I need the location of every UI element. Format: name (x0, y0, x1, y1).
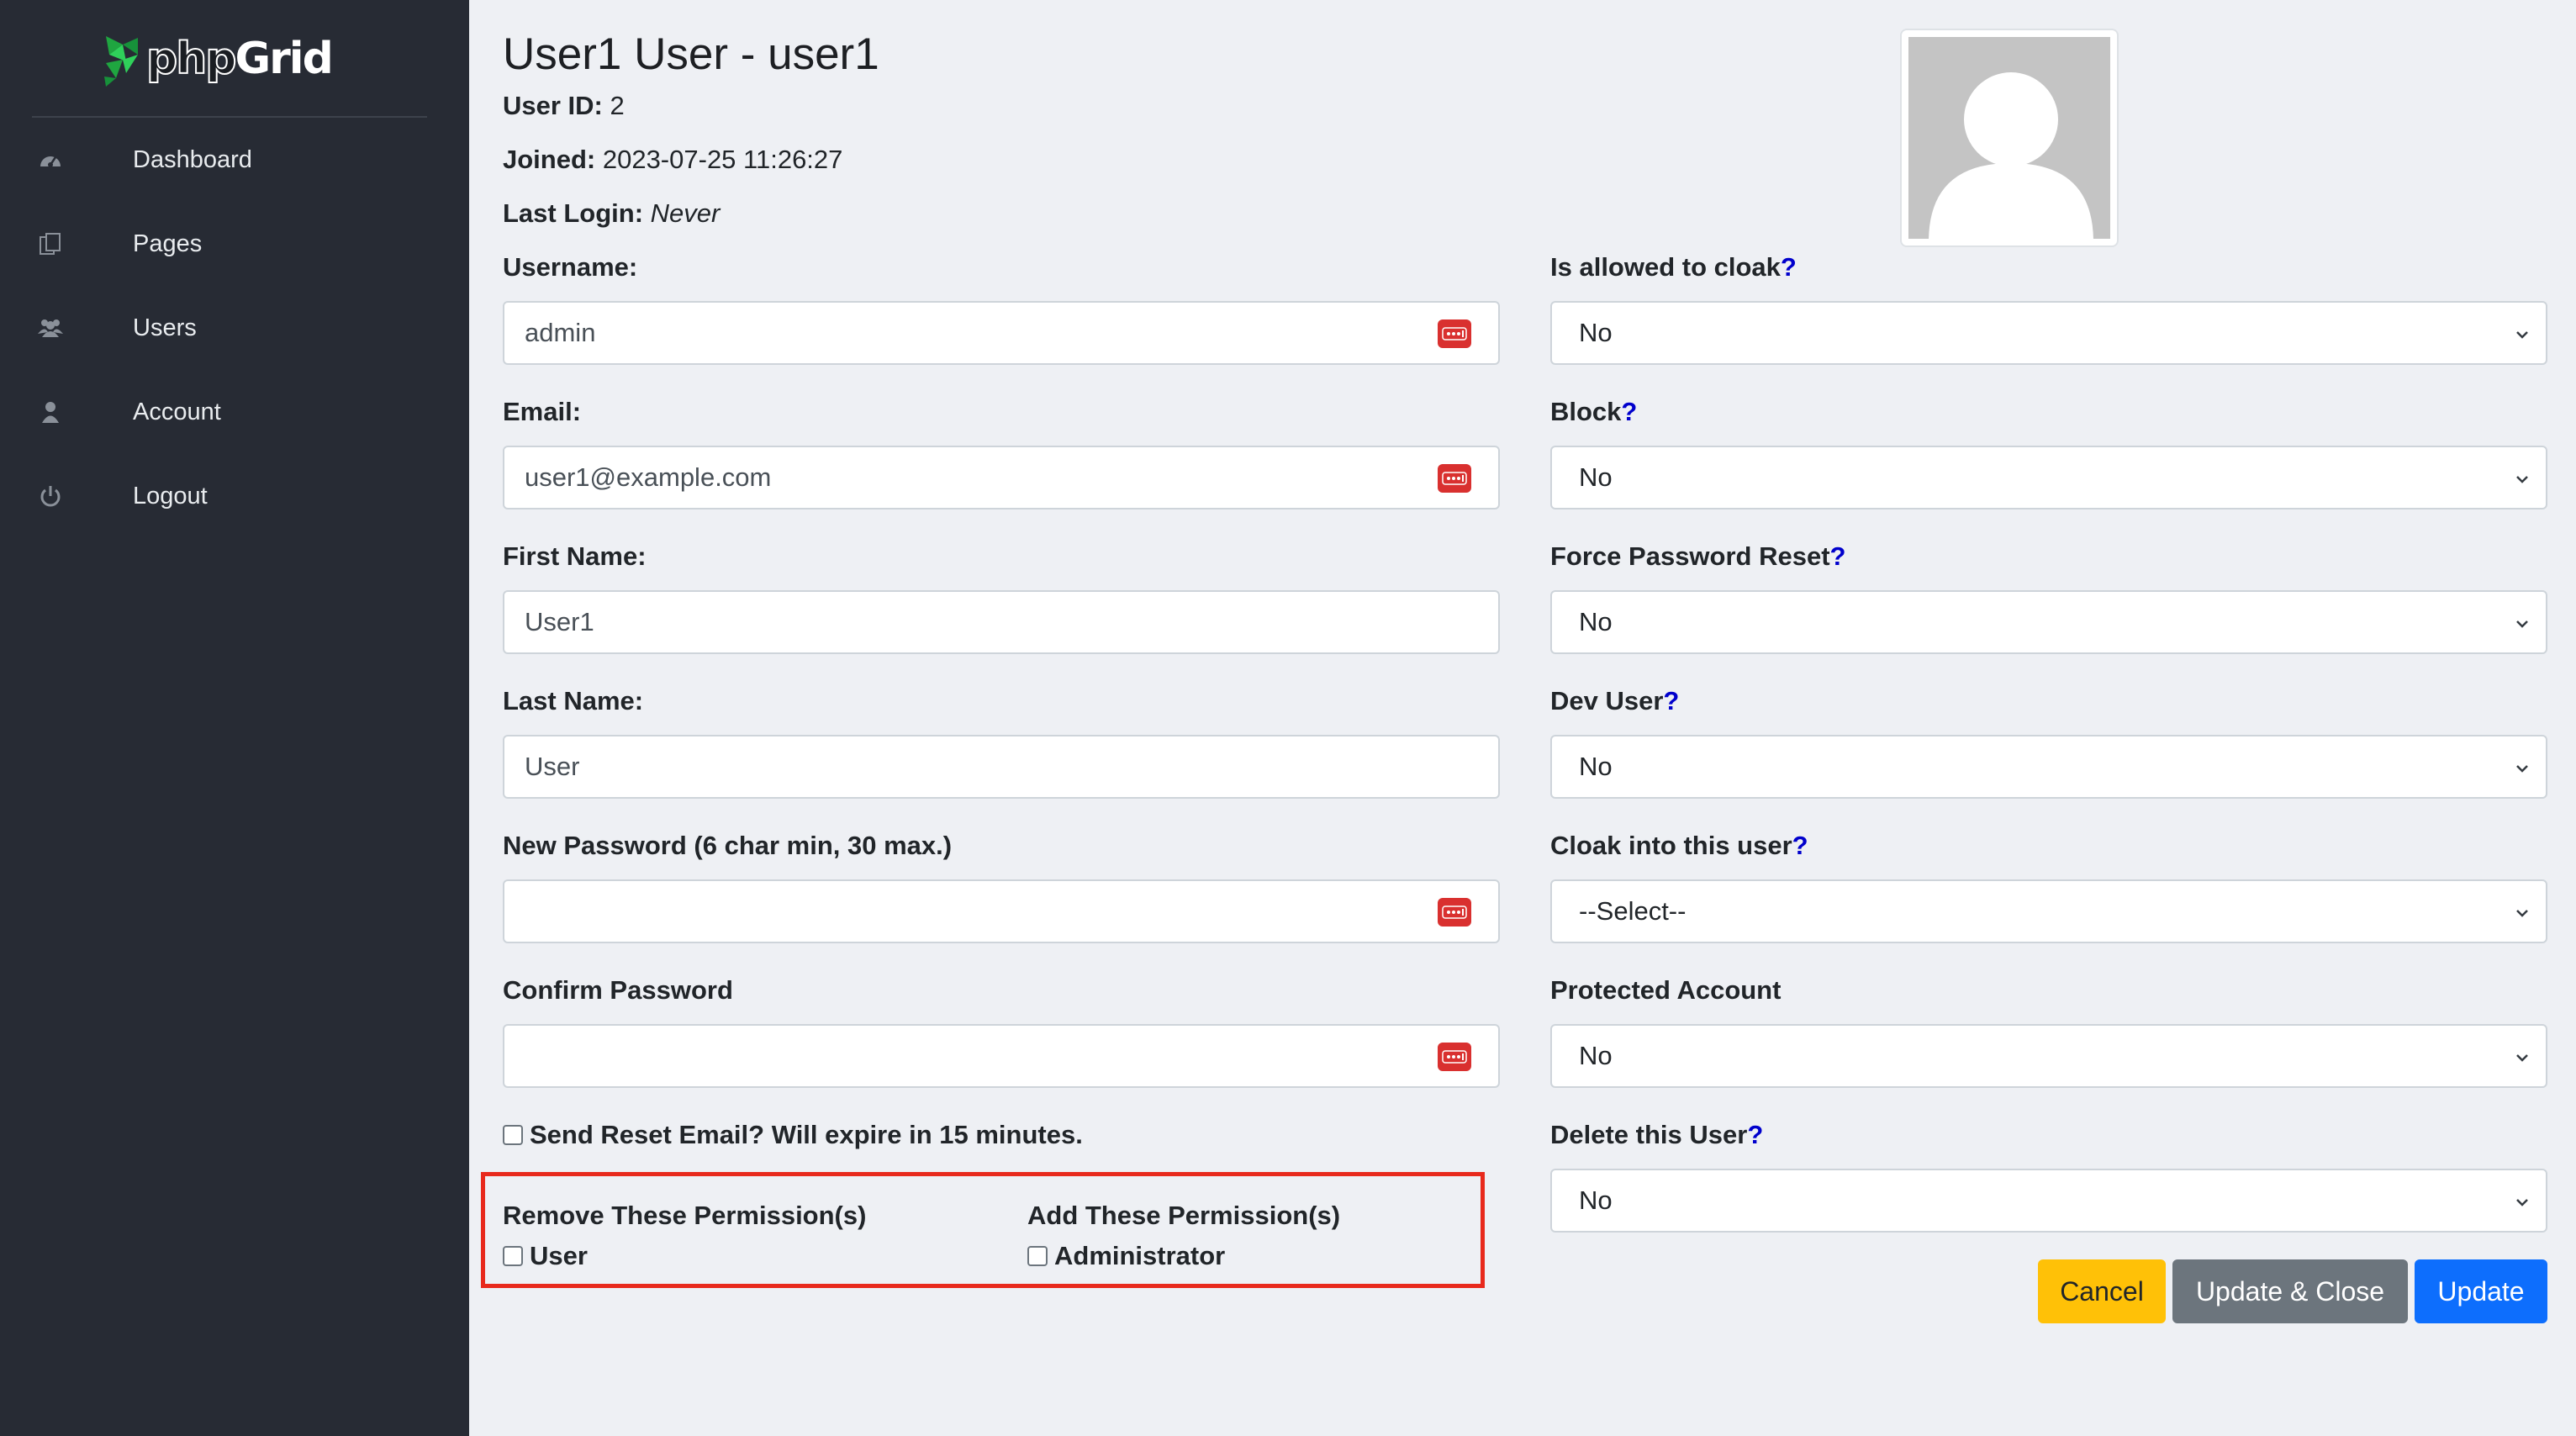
confirm-password-label: Confirm Password (503, 975, 733, 1005)
add-permission-admin-row[interactable]: Administrator (1027, 1241, 1225, 1271)
last-name-input[interactable]: User (503, 735, 1500, 799)
protected-label: Protected Account (1550, 975, 1782, 1005)
cloak-into-select[interactable]: --Select-- (1550, 879, 2547, 943)
block-select[interactable]: No (1550, 446, 2547, 509)
dev-user-help-link[interactable]: ? (1663, 686, 1679, 715)
username-value: admin (525, 318, 596, 347)
cloak-value: No (1579, 318, 1613, 347)
remove-permission-user-row[interactable]: User (503, 1241, 588, 1271)
username-input[interactable]: admin (503, 301, 1500, 365)
first-name-value: User1 (525, 607, 594, 636)
sidebar-item-label: Logout (133, 482, 208, 509)
new-password-label: New Password (6 char min, 30 max.) (503, 831, 953, 860)
force-reset-help-link[interactable]: ? (1830, 541, 1846, 571)
password-manager-icon[interactable] (1438, 319, 1471, 348)
username-label: Username: (503, 252, 638, 282)
delete-help-link[interactable]: ? (1747, 1120, 1763, 1149)
send-reset-email-label: Send Reset Email? Will expire in 15 minu… (530, 1120, 1083, 1149)
protected-value: No (1579, 1041, 1613, 1070)
chevron-down-icon (2516, 1199, 2528, 1206)
cloak-into-label: Cloak into this user? (1550, 831, 1808, 860)
chevron-down-icon (2516, 1054, 2528, 1062)
cloak-into-value: --Select-- (1579, 896, 1687, 926)
email-input[interactable]: user1@example.com (503, 446, 1500, 509)
chevron-down-icon (2516, 476, 2528, 483)
sidebar-item-label: Dashboard (133, 145, 252, 173)
page-title: User1 User - user1 (503, 29, 879, 79)
dashboard-icon (37, 146, 64, 173)
remove-permissions-label: Remove These Permission(s) (503, 1201, 867, 1230)
password-manager-icon[interactable] (1438, 464, 1471, 493)
remove-permission-user-label: User (530, 1241, 588, 1270)
block-label: Block? (1550, 397, 1638, 426)
chevron-down-icon (2516, 910, 2528, 917)
sidebar-item-label: Pages (133, 230, 203, 257)
force-reset-select[interactable]: No (1550, 590, 2547, 654)
add-permissions-label: Add These Permission(s) (1027, 1201, 1341, 1230)
cloak-help-link[interactable]: ? (1781, 252, 1797, 282)
delete-value: No (1579, 1185, 1613, 1215)
protected-select[interactable]: No (1550, 1024, 2547, 1088)
update-button[interactable]: Update (2415, 1259, 2547, 1323)
email-label: Email: (503, 397, 582, 426)
chevron-down-icon (2516, 765, 2528, 773)
last-name-value: User (525, 752, 580, 781)
force-reset-value: No (1579, 607, 1613, 636)
power-icon (37, 483, 64, 509)
pages-icon (37, 230, 64, 257)
dev-user-value: No (1579, 752, 1613, 781)
sidebar: phpGrid Dashboard Pages Users Account Lo… (0, 0, 469, 1436)
cloak-label: Is allowed to cloak? (1550, 252, 1797, 282)
last-login: Last Login: Never (503, 198, 721, 228)
remove-permission-user-checkbox[interactable] (503, 1246, 523, 1266)
first-name-label: First Name: (503, 541, 647, 571)
chevron-down-icon (2516, 331, 2528, 339)
cloak-into-help-link[interactable]: ? (1792, 831, 1808, 860)
password-manager-icon[interactable] (1438, 1043, 1471, 1071)
dev-user-label: Dev User? (1550, 686, 1680, 715)
update-close-button[interactable]: Update & Close (2172, 1259, 2408, 1323)
block-help-link[interactable]: ? (1621, 397, 1637, 426)
sidebar-item-label: Users (133, 314, 197, 341)
cloak-select[interactable]: No (1550, 301, 2547, 365)
sidebar-item-account[interactable]: Account (0, 383, 469, 441)
cancel-button[interactable]: Cancel (2038, 1259, 2166, 1323)
avatar (1900, 29, 2119, 247)
logo-text: phpGrid (145, 33, 334, 85)
add-permission-admin-label: Administrator (1054, 1241, 1226, 1270)
last-name-label: Last Name: (503, 686, 644, 715)
sidebar-item-label: Account (133, 398, 221, 425)
force-reset-label: Force Password Reset? (1550, 541, 1846, 571)
send-reset-email-checkbox[interactable] (503, 1125, 523, 1145)
joined-date: Joined: 2023-07-25 11:26:27 (503, 145, 843, 174)
block-value: No (1579, 462, 1613, 492)
chevron-down-icon (2516, 620, 2528, 628)
sidebar-divider (32, 116, 427, 118)
email-value: user1@example.com (525, 462, 772, 492)
password-manager-icon[interactable] (1438, 898, 1471, 927)
new-password-input[interactable] (503, 879, 1500, 943)
delete-label: Delete this User? (1550, 1120, 1764, 1149)
users-icon (37, 314, 64, 341)
avatar-placeholder-icon (1908, 37, 2110, 239)
first-name-input[interactable]: User1 (503, 590, 1500, 654)
confirm-password-input[interactable] (503, 1024, 1500, 1088)
user-id: User ID: 2 (503, 91, 625, 120)
sidebar-item-pages[interactable]: Pages (0, 214, 469, 273)
send-reset-email-row[interactable]: Send Reset Email? Will expire in 15 minu… (503, 1120, 1083, 1150)
sidebar-item-users[interactable]: Users (0, 298, 469, 357)
phpgrid-logo[interactable]: phpGrid (101, 25, 370, 92)
sidebar-item-dashboard[interactable]: Dashboard (0, 130, 469, 189)
sidebar-item-logout[interactable]: Logout (0, 467, 469, 525)
delete-select[interactable]: No (1550, 1169, 2547, 1233)
main-content: User1 User - user1 User ID: 2 Joined: 20… (469, 0, 2576, 1436)
dev-user-select[interactable]: No (1550, 735, 2547, 799)
account-icon (37, 399, 64, 425)
add-permission-admin-checkbox[interactable] (1027, 1246, 1048, 1266)
logo-mark-icon (104, 36, 138, 87)
